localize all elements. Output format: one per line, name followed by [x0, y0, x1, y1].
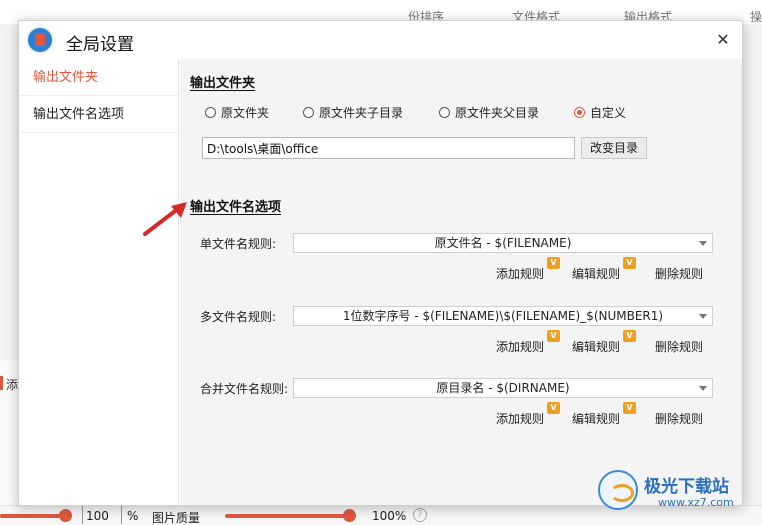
bg-unit-1: %: [127, 509, 139, 523]
site-watermark: 极光下载站 www.xz7.com: [598, 470, 758, 514]
edit-rule-button[interactable]: 编辑规则: [572, 410, 620, 427]
app-logo-icon: [26, 26, 54, 54]
radio-original-subfolder[interactable]: 原文件夹子目录: [303, 104, 403, 121]
vip-badge-icon: V: [623, 330, 636, 342]
vip-badge-icon: V: [547, 402, 560, 414]
radio-label: 自定义: [590, 106, 627, 120]
bg-slider-knob-1[interactable]: [59, 509, 72, 522]
add-rule-button[interactable]: 添加规则: [496, 410, 544, 427]
single-file-rule-select[interactable]: 原文件名 - $(FILENAME): [293, 233, 713, 253]
radio-dot-icon[interactable]: [574, 107, 585, 118]
edit-rule-button[interactable]: 编辑规则: [572, 338, 620, 355]
watermark-name: 极光下载站: [644, 477, 729, 497]
bg-tab-operate[interactable]: 操: [750, 8, 762, 25]
multi-file-rule-label: 多文件名规则:: [200, 310, 277, 324]
edit-rule-button[interactable]: 编辑规则: [572, 265, 620, 282]
vip-badge-icon: V: [547, 257, 560, 269]
bg-quality-label: 图片质量: [152, 511, 201, 525]
output-path-input[interactable]: [202, 137, 575, 159]
filename-options-section-title: 输出文件名选项: [190, 200, 282, 215]
output-folder-section-title: 输出文件夹: [190, 76, 256, 91]
chevron-down-icon[interactable]: [699, 241, 707, 246]
bg-slider-knob-2[interactable]: [343, 509, 356, 522]
bg-slider-track-1[interactable]: [0, 514, 66, 518]
bg-slider-track-2[interactable]: [225, 514, 350, 518]
chevron-down-icon[interactable]: [699, 386, 707, 391]
select-value: 原文件名 - $(FILENAME): [434, 236, 572, 250]
delete-rule-button[interactable]: 删除规则: [655, 265, 703, 282]
dialog-title: 全局设置: [66, 35, 134, 55]
radio-custom[interactable]: 自定义: [574, 104, 626, 121]
vip-badge-icon: V: [623, 402, 636, 414]
radio-original-parent-folder[interactable]: 原文件夹父目录: [439, 104, 539, 121]
radio-label: 原文件夹子目录: [319, 106, 404, 120]
help-icon[interactable]: ?: [413, 508, 427, 522]
sidebar-item-filename-options[interactable]: 输出文件名选项: [19, 96, 178, 133]
radio-label: 原文件夹父目录: [455, 106, 540, 120]
settings-content: 输出文件夹 原文件夹 原文件夹子目录 原文件夹父目录 自定义 改变目录 输出文件…: [180, 59, 742, 505]
select-value: 1位数字序号 - $(FILENAME)\$(FILENAME)_$(NUMBE…: [342, 309, 664, 323]
close-icon[interactable]: ✕: [713, 30, 733, 50]
add-rule-button[interactable]: 添加规则: [496, 265, 544, 282]
radio-dot-icon[interactable]: [205, 107, 216, 118]
change-directory-button[interactable]: 改变目录: [581, 137, 647, 159]
dialog-titlebar: 全局设置 ✕: [19, 21, 742, 59]
single-file-rule-label: 单文件名规则:: [200, 237, 277, 251]
add-rule-button[interactable]: 添加规则: [496, 338, 544, 355]
watermark-url: www.xz7.com: [658, 496, 734, 509]
vip-badge-icon: V: [547, 330, 560, 342]
bg-red-marker: [0, 376, 3, 390]
global-settings-dialog: 全局设置 ✕ 输出文件夹 输出文件名选项 输出文件夹 原文件夹 原文件夹子目录 …: [18, 20, 743, 506]
chevron-down-icon[interactable]: [699, 314, 707, 319]
radio-original-folder[interactable]: 原文件夹: [205, 104, 269, 121]
delete-rule-button[interactable]: 删除规则: [655, 338, 703, 355]
merge-file-rule-select[interactable]: 原目录名 - $(DIRNAME): [293, 378, 713, 398]
vip-badge-icon: V: [623, 257, 636, 269]
delete-rule-button[interactable]: 删除规则: [655, 410, 703, 427]
watermark-logo-icon: [598, 470, 638, 510]
settings-sidebar: 输出文件夹 输出文件名选项: [19, 59, 179, 505]
radio-dot-icon[interactable]: [303, 107, 314, 118]
select-value: 原目录名 - $(DIRNAME): [436, 381, 570, 395]
bg-value-1: 100: [86, 509, 109, 523]
bg-value-2: 100%: [372, 509, 407, 523]
radio-dot-icon[interactable]: [439, 107, 450, 118]
bg-add-button[interactable]: 添: [6, 376, 18, 393]
merge-file-rule-label: 合并文件名规则:: [200, 382, 289, 396]
multi-file-rule-select[interactable]: 1位数字序号 - $(FILENAME)\$(FILENAME)_$(NUMBE…: [293, 306, 713, 326]
red-arrow-annotation-icon: [143, 202, 187, 236]
radio-label: 原文件夹: [221, 106, 270, 120]
sidebar-item-output-folder[interactable]: 输出文件夹: [19, 59, 178, 96]
